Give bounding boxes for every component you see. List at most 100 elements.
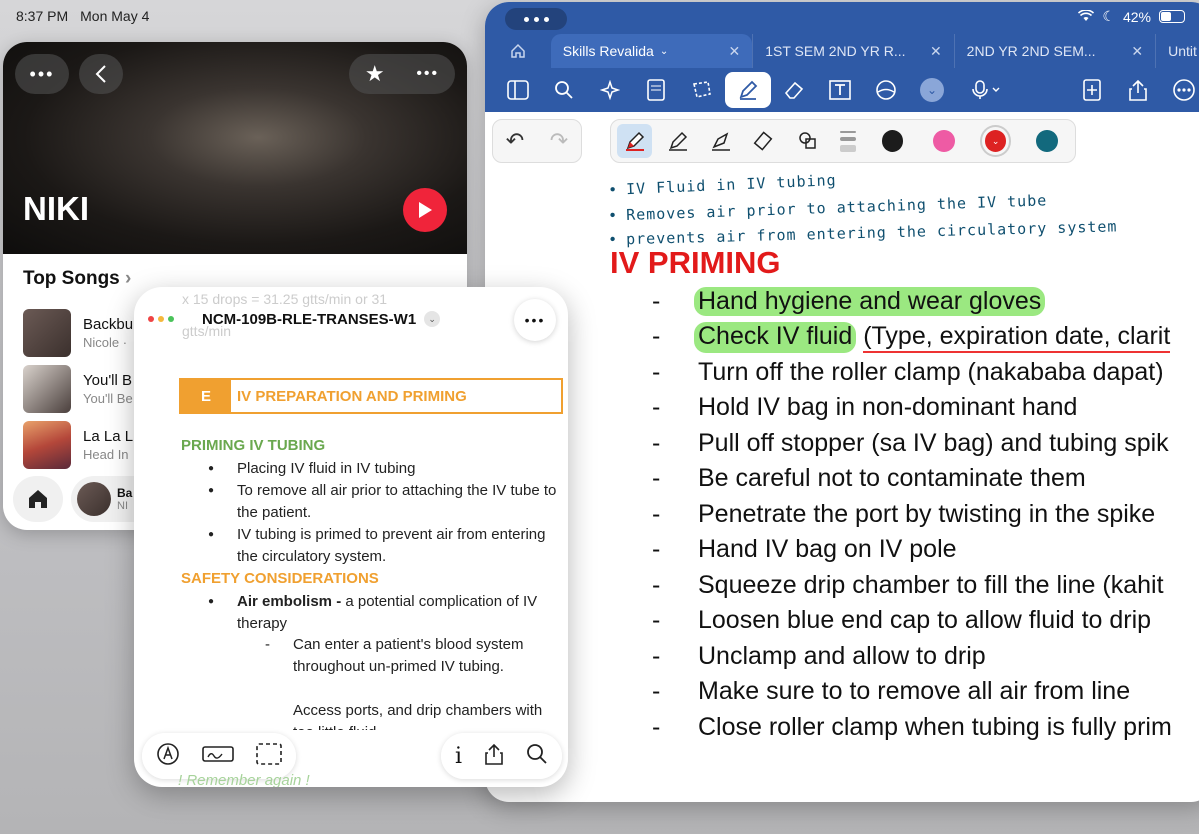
text-box-icon[interactable] [817,72,863,108]
tab-2nd-yr[interactable]: 2ND YR 2ND SEM... ✕ [953,34,1155,68]
markup-icon[interactable] [156,742,180,771]
section-banner: E IV PREPARATION AND PRIMING [179,378,563,414]
highlighter-icon[interactable] [704,124,739,158]
document-header: NCM-109B-RLE-TRANSES-W1 ⌄ [148,303,441,335]
window-menu-button[interactable]: ••• [15,54,69,94]
add-page-icon[interactable] [1069,72,1115,108]
artist-name: NIKI [23,190,89,227]
tab-label: 2ND YR 2ND SEM... [966,43,1096,59]
color-swatch-red[interactable]: ⌄ [984,130,1007,152]
chevron-down-icon[interactable]: ⌄ [424,311,441,327]
color-swatch-black[interactable] [881,130,904,152]
tab-bar: Skills Revalida ⌄ ✕ 1ST SEM 2ND YR R... … [485,34,1199,68]
close-icon[interactable]: ✕ [930,43,942,60]
color-swatch-pink[interactable] [933,130,955,152]
status-date: Mon May 4 [80,8,150,24]
more-icon[interactable] [1161,72,1199,108]
shapes-icon[interactable] [863,72,909,108]
tab-1st-sem[interactable]: 1ST SEM 2ND YR R... ✕ [752,34,953,68]
chevron-down-icon[interactable]: ⌄ [909,72,955,108]
list-item: IV tubing is primed to prevent air from … [208,524,567,568]
step-item: - Squeeze drip chamber to fill the line (… [652,571,1164,599]
now-playing-subtitle: NI [117,500,128,512]
status-time: 8:37 PM [16,8,69,24]
stroke-thickness-icon[interactable] [839,130,857,152]
pen-icon[interactable] [725,72,771,108]
album-art [23,309,71,357]
notes-heading: IV PRIMING [610,245,781,280]
select-icon[interactable] [256,742,282,770]
info-icon[interactable]: i [455,744,462,769]
song-row[interactable]: Backbu Nicole · [23,308,133,358]
tab-untitled[interactable]: Untit [1155,34,1199,68]
document-title: NCM-109B-RLE-TRANSES-W1 [202,310,417,328]
search-icon[interactable] [526,743,548,770]
share-icon[interactable] [484,743,504,770]
eraser-tool-icon[interactable] [747,124,782,158]
status-bar-right: ☾ 42% [1078,8,1185,25]
star-icon[interactable]: ★ [365,61,385,87]
song-title: Backbu [83,316,134,333]
document-actions: i [440,733,562,779]
fountain-pen-icon[interactable] [617,124,653,158]
document-window: x 15 drops = 31.25 gtts/min or 31 gtts/m… [134,287,568,787]
color-swatch-teal[interactable] [1036,130,1058,152]
song-row[interactable]: You'll B You'll Be [23,364,133,414]
brush-pen-icon[interactable] [660,124,695,158]
tab-label: Untit [1168,43,1197,59]
step-item: - Close roller clamp when tubing is fully… [652,713,1172,741]
window-controls[interactable] [148,316,174,322]
redo-icon[interactable]: ↷ [550,128,568,154]
close-icon[interactable]: ✕ [1131,43,1143,60]
home-tab-icon[interactable] [485,34,551,68]
step-item: - Make sure to to remove all air from lin… [652,677,1131,705]
undo-icon[interactable]: ↶ [506,128,524,154]
eraser-icon[interactable] [771,72,817,108]
tab-label: Skills Revalida [562,43,654,59]
safety-heading: SAFETY CONSIDERATIONS [181,570,379,587]
moon-icon: ☾ [1102,8,1115,24]
song-title: La La L [83,428,134,445]
share-icon[interactable] [1115,72,1161,108]
play-button[interactable] [403,188,447,232]
artist-hero-image: ••• ★ ••• NIKI [3,42,467,254]
artist-actions: ★ ••• [349,54,455,94]
top-songs-heading[interactable]: Top Songs › [23,268,131,290]
status-bar-left: 8:37 PM Mon May 4 [16,8,149,24]
song-subtitle: You'll Be [83,391,133,406]
sub-list-item: Access ports, and drip chambers with too… [293,700,567,730]
sidebar-icon[interactable] [495,72,541,108]
section-title: IV PREPARATION AND PRIMING [237,387,467,405]
home-icon[interactable] [13,476,63,522]
tab-skills-revalida[interactable]: Skills Revalida ⌄ ✕ [550,34,753,68]
remember-note: ! Remember again ! [178,772,310,787]
step-item: - Hold IV bag in non-dominant hand [652,393,1078,421]
more-button[interactable]: ••• [514,299,556,341]
lasso-icon[interactable] [679,72,725,108]
song-subtitle: Head In [83,447,129,462]
step-item: - Unclamp and allow to drip [652,642,986,670]
microphone-icon[interactable] [955,72,1019,108]
song-row[interactable]: La La L Head In [23,420,133,470]
step-item: - Loosen blue end cap to allow fluid to d… [652,606,1152,634]
close-icon[interactable]: ✕ [729,43,741,60]
step-item: - Hand hygiene and wear gloves [652,287,1046,316]
undo-redo-group: ↶ ↷ [492,119,582,163]
notes-toolbar: ⌄ [485,68,1199,112]
more-icon[interactable]: ••• [416,65,439,83]
album-art [23,365,71,413]
shape-tool-icon[interactable] [790,124,825,158]
signature-icon[interactable] [202,744,234,769]
album-art [23,421,71,469]
now-playing-title: Ba [117,486,133,500]
step-item: - Pull off stopper (sa IV bag) and tubing… [652,429,1169,457]
search-icon[interactable] [541,72,587,108]
step-item: - Check IV fluid (Type, expiration date, … [652,322,1171,353]
page-icon[interactable] [633,72,679,108]
window-menu-button[interactable] [505,8,567,30]
chevron-down-icon: ⌄ [659,45,669,57]
sparkle-icon[interactable] [587,72,633,108]
list-item: Placing IV fluid in IV tubing [208,458,567,480]
back-icon[interactable] [79,54,123,94]
pen-palette: ⌄ [610,119,1076,163]
